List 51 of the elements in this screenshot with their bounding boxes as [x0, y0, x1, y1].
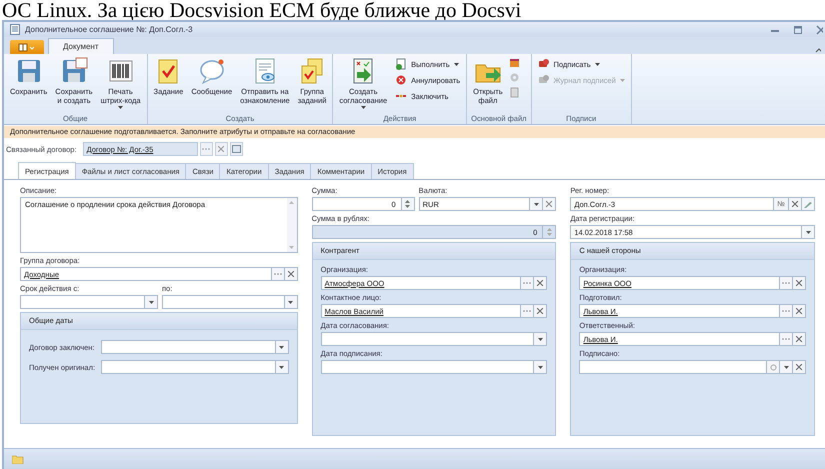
caret-icon[interactable] — [802, 225, 816, 239]
date-field[interactable] — [320, 360, 534, 374]
ribbon-tab[interactable]: Документ — [48, 38, 114, 54]
edit-icon[interactable] — [802, 197, 816, 211]
caret-icon — [594, 63, 600, 66]
app-menu-button[interactable] — [10, 40, 44, 54]
document-icon — [395, 58, 408, 70]
caret-icon[interactable] — [530, 197, 544, 211]
date-field[interactable] — [100, 340, 276, 354]
caret-icon[interactable] — [145, 295, 158, 309]
caret-icon[interactable] — [534, 332, 548, 346]
date-field[interactable] — [101, 360, 276, 374]
spinner-icon[interactable] — [402, 197, 415, 211]
box-icon[interactable] — [508, 57, 520, 68]
date-field[interactable] — [320, 332, 534, 346]
clear-icon[interactable] — [793, 332, 806, 346]
caret-icon — [118, 106, 124, 109]
scroll-up-icon[interactable] — [289, 201, 294, 204]
scrollbar[interactable] — [286, 198, 297, 252]
caret-icon[interactable] — [284, 295, 298, 309]
clear-icon[interactable] — [793, 276, 806, 290]
maximize-icon[interactable] — [793, 24, 803, 34]
date-field[interactable] — [162, 295, 285, 309]
caret-icon[interactable] — [276, 360, 289, 374]
app-menu-icon — [18, 42, 36, 52]
card-icon[interactable] — [230, 142, 243, 156]
caret-icon[interactable] — [780, 360, 794, 374]
spinner-icon[interactable] — [543, 225, 556, 239]
caret-icon — [454, 63, 459, 66]
clear-icon[interactable] — [793, 360, 806, 374]
collapse-icon[interactable] — [815, 46, 821, 54]
date-field[interactable] — [20, 295, 145, 309]
cancel-icon — [395, 74, 408, 86]
clear-icon[interactable] — [793, 304, 806, 318]
clear-icon[interactable] — [214, 142, 228, 156]
window-title: Дополнительное соглашение №: Доп.Согл.-3 — [25, 25, 193, 34]
caret-icon[interactable] — [534, 360, 548, 374]
scroll-down-icon[interactable] — [289, 246, 294, 249]
date-field[interactable] — [579, 360, 768, 374]
clear-icon[interactable] — [534, 276, 548, 290]
caret-icon — [620, 79, 625, 82]
clear-icon[interactable] — [789, 197, 802, 211]
clear-icon[interactable] — [284, 267, 298, 281]
page-heading: ОС Linux. За цією Docsvision ECM буде ближче до Docsvi — [1, 0, 522, 20]
caret-icon — [360, 106, 366, 109]
clear-icon[interactable] — [534, 304, 548, 318]
caret-icon[interactable] — [276, 340, 289, 354]
close-icon[interactable] — [816, 24, 823, 34]
speech-bubble-icon — [198, 57, 226, 85]
document-icon — [10, 24, 20, 35]
clear-icon[interactable] — [543, 197, 556, 211]
